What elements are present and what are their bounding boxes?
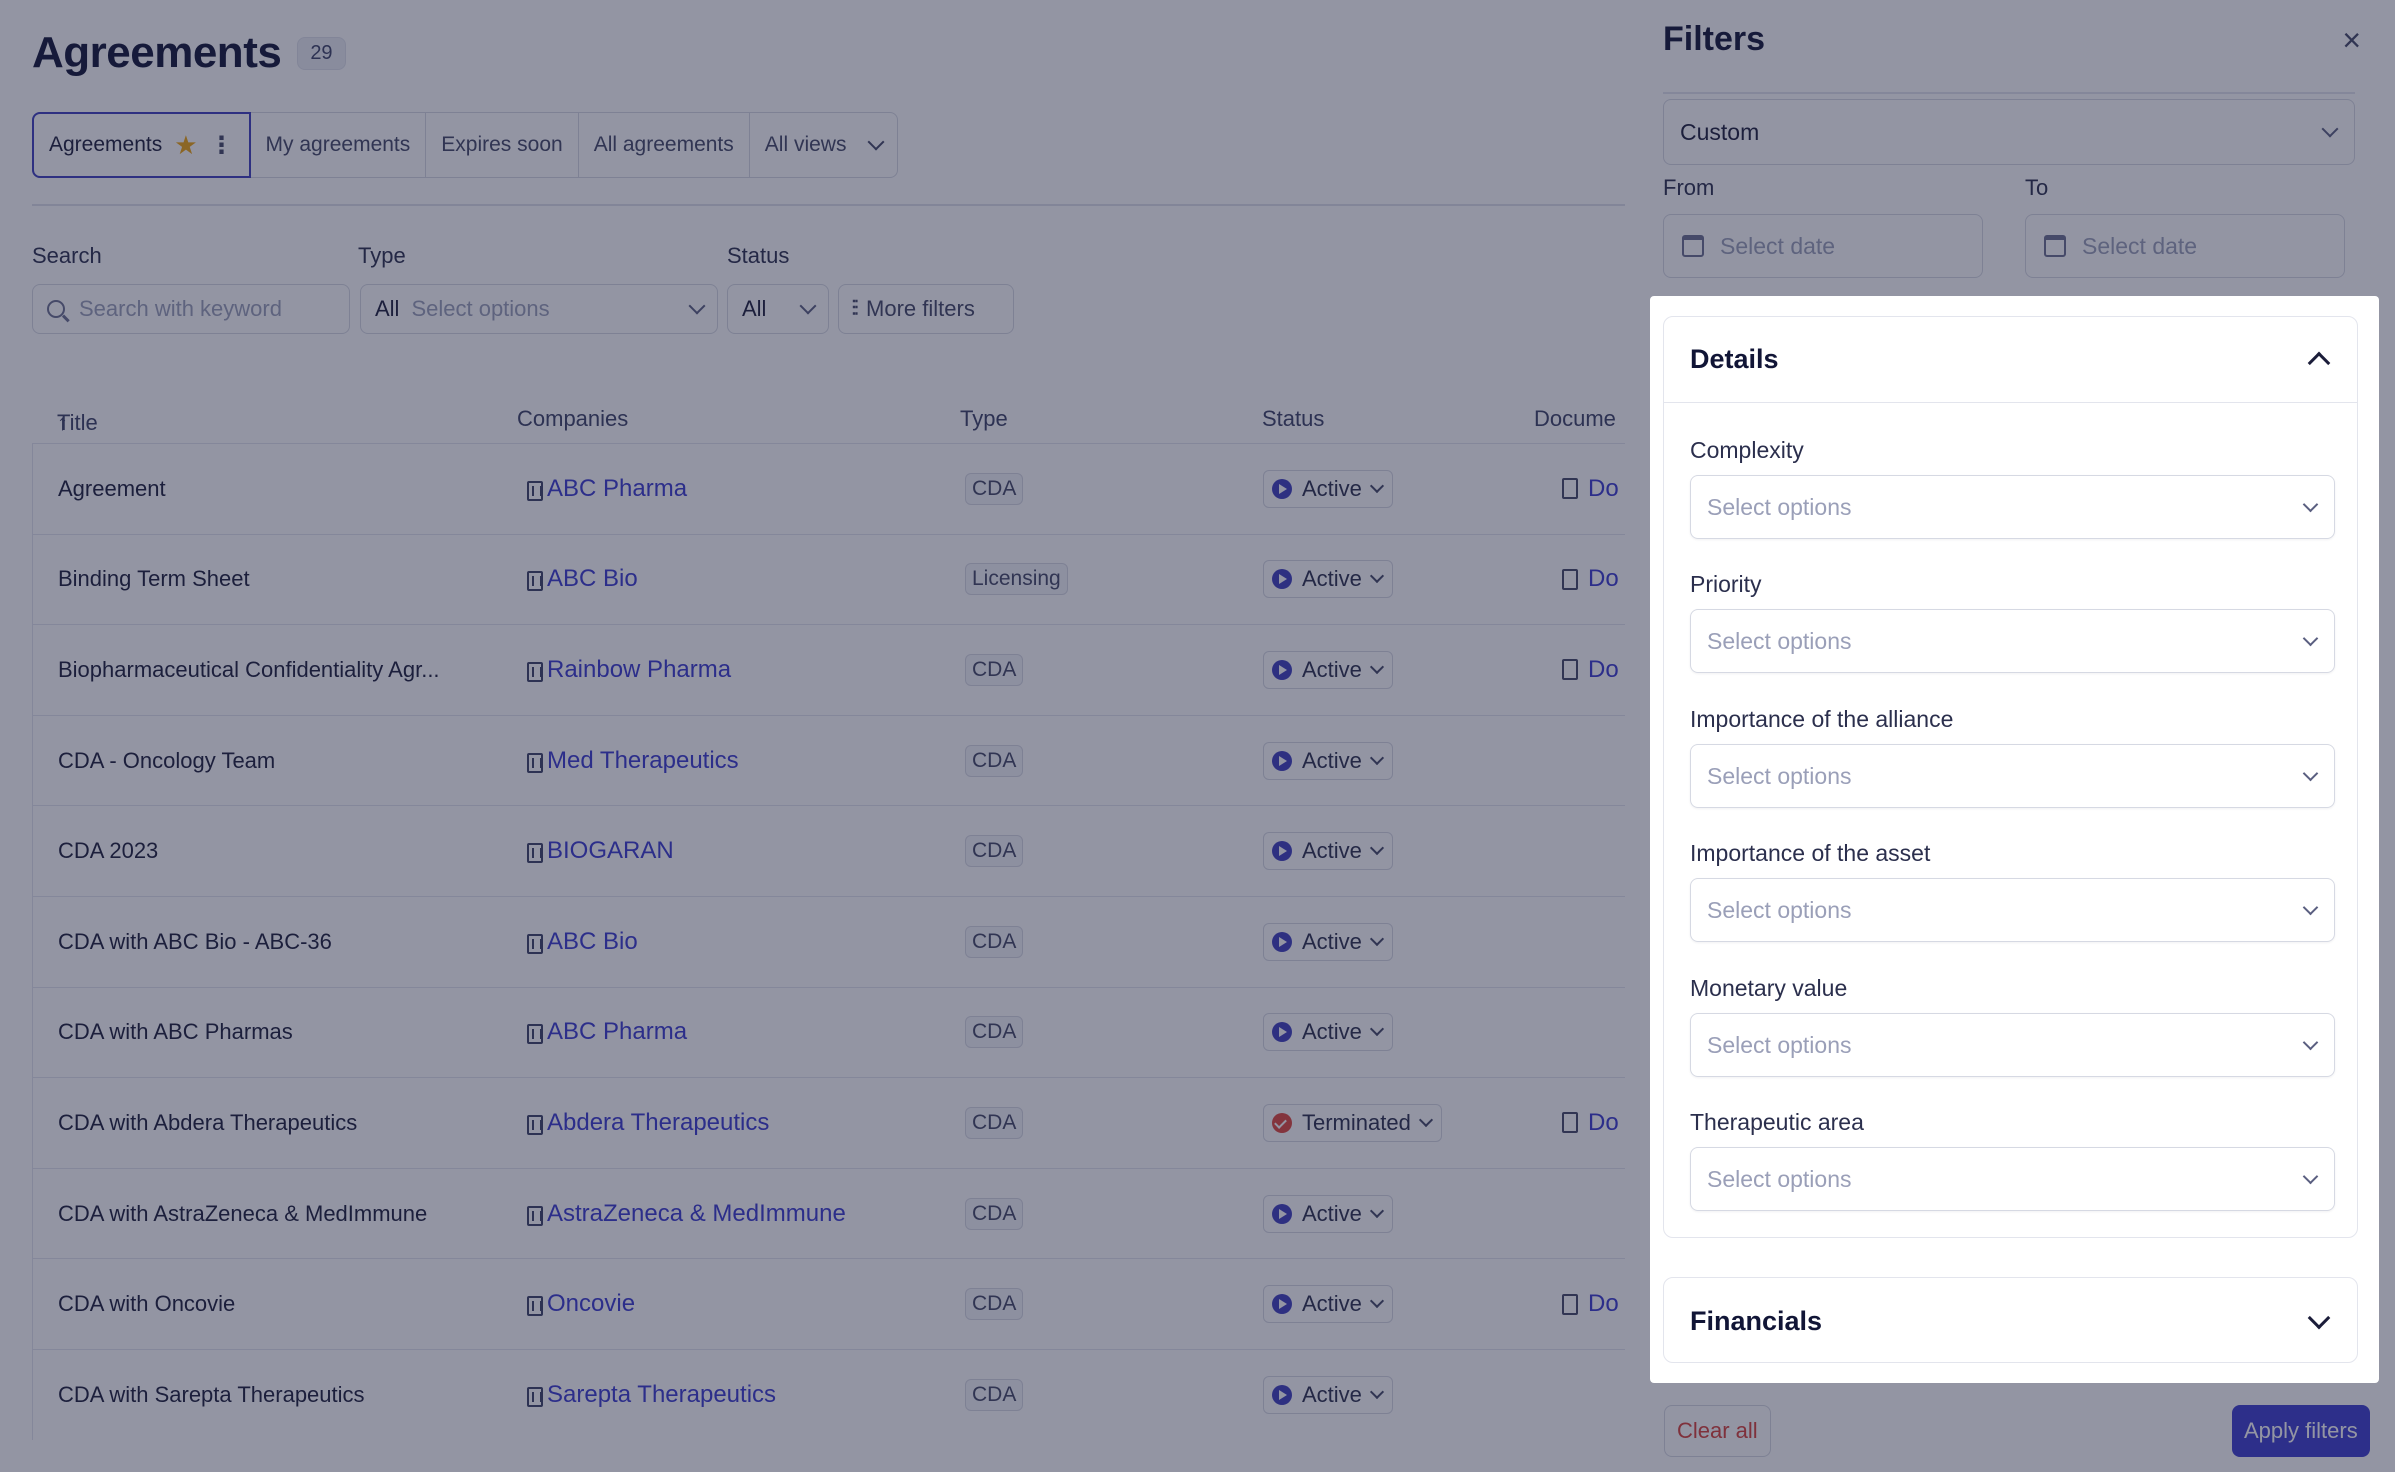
chevron-down-icon bbox=[2302, 1034, 2319, 1050]
details-section: Details Complexity Select options Priority… bbox=[1663, 316, 2358, 1238]
field-label: Therapeutic area bbox=[1690, 1109, 1864, 1135]
field-select[interactable]: Select options bbox=[1690, 1013, 2335, 1077]
chevron-down-icon bbox=[2302, 1168, 2319, 1184]
field-placeholder: Select options bbox=[1707, 896, 1852, 923]
chevron-down-icon bbox=[2307, 1306, 2331, 1330]
filter-field: Importance of the asset Select options bbox=[1690, 840, 2335, 942]
field-select[interactable]: Select options bbox=[1690, 878, 2335, 942]
chevron-down-icon bbox=[2302, 496, 2319, 512]
section-title: Financials bbox=[1690, 1305, 1823, 1336]
financials-section-header[interactable]: Financials bbox=[1664, 1278, 2357, 1364]
details-filter-card: Details Complexity Select options Priority… bbox=[1650, 296, 2379, 1383]
field-placeholder: Select options bbox=[1707, 493, 1852, 520]
filter-field: Therapeutic area Select options bbox=[1690, 1109, 2335, 1211]
field-label: Monetary value bbox=[1690, 975, 1848, 1001]
filter-field: Complexity Select options bbox=[1690, 437, 2335, 539]
field-placeholder: Select options bbox=[1707, 762, 1852, 789]
field-placeholder: Select options bbox=[1707, 1165, 1852, 1192]
field-label: Complexity bbox=[1690, 437, 1804, 463]
field-select[interactable]: Select options bbox=[1690, 744, 2335, 808]
details-section-header[interactable]: Details bbox=[1664, 317, 2357, 403]
filter-field: Monetary value Select options bbox=[1690, 975, 2335, 1077]
field-label: Importance of the alliance bbox=[1690, 706, 1954, 732]
field-select[interactable]: Select options bbox=[1690, 1147, 2335, 1211]
field-select[interactable]: Select options bbox=[1690, 475, 2335, 539]
filter-field: Priority Select options bbox=[1690, 571, 2335, 673]
field-select[interactable]: Select options bbox=[1690, 609, 2335, 673]
chevron-down-icon bbox=[2302, 899, 2319, 915]
field-label: Importance of the asset bbox=[1690, 840, 1931, 866]
field-placeholder: Select options bbox=[1707, 627, 1852, 654]
financials-section: Financials bbox=[1663, 1277, 2358, 1363]
field-label: Priority bbox=[1690, 571, 1762, 597]
section-title: Details bbox=[1690, 344, 1779, 374]
chevron-down-icon bbox=[2302, 630, 2319, 646]
filter-field: Importance of the alliance Select options bbox=[1690, 706, 2335, 808]
chevron-up-icon bbox=[2307, 351, 2331, 374]
field-placeholder: Select options bbox=[1707, 1031, 1852, 1058]
chevron-down-icon bbox=[2302, 765, 2319, 781]
